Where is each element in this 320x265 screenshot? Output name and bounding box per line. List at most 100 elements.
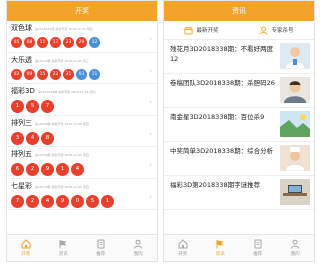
news-title: 中奖简单3D2018338期：综合分析: [170, 147, 274, 155]
nav-item[interactable]: 我的: [120, 235, 158, 261]
draw-info: 第18338期 最新开奖 2018-12-06 周四: [35, 121, 89, 126]
ball-row: 62914: [11, 163, 153, 176]
draw-info: 第2018338期 最新开奖 2018-12-06 周四: [37, 90, 96, 94]
chevron-right-icon: ›: [149, 192, 152, 201]
red-ball: 1: [101, 194, 114, 208]
draw-info: 第18143期 最新开奖 2018-12-06 周四: [35, 184, 89, 189]
list-item[interactable]: 双色球 第2018142期 最新开奖 2018-12-06 周四 05 08 11 17 2…: [7, 21, 157, 53]
red-ball: 9: [56, 194, 69, 208]
draw-results-screen: 开奖 双色球 第2018142期 最新开奖 2018-12-06 周四 05 08 11…: [6, 0, 158, 262]
list-item[interactable]: 排列三 第18338期 最新开奖 2018-12-06 周四 3 4 8 ›: [7, 116, 157, 147]
tab-label: 最新开奖: [196, 28, 219, 34]
nav-item[interactable]: 开奖: [164, 235, 202, 261]
blue-ball: 12: [89, 37, 100, 48]
page-title: 开奖: [7, 1, 157, 21]
news-thumbnail: [280, 179, 310, 205]
user-icon: [291, 239, 300, 249]
red-ball: 17: [50, 37, 61, 48]
tab-label: 专家杀号: [271, 28, 294, 34]
lottery-header: 福彩3D 第2018338期 最新开奖 2018-12-06 周四: [11, 86, 153, 97]
lottery-header: 双色球 第2018142期 最新开奖 2018-12-06 周四: [11, 23, 153, 34]
nav-label: 开奖: [178, 252, 188, 257]
nav-label: 推荐: [253, 252, 263, 257]
list-item[interactable]: 福彩3D 第2018338期 最新开奖 2018-12-06 周四 1 5 7 ›: [7, 84, 157, 116]
red-ball: 02: [11, 68, 22, 80]
news-thumbnail: [280, 111, 310, 137]
red-ball: 15: [37, 68, 48, 80]
red-ball: 8: [41, 131, 54, 145]
ball-row: 02 09 15 22 31 03 11: [11, 68, 153, 80]
ball-row: 7249051: [11, 194, 153, 208]
calendar-icon: [184, 26, 194, 35]
lottery-name: 福彩3D: [11, 87, 35, 95]
chevron-right-icon: ›: [149, 161, 152, 169]
red-ball: 3: [11, 131, 24, 145]
red-ball: 7: [11, 194, 24, 208]
red-ball: 5: [26, 100, 39, 113]
document-icon: [254, 239, 262, 249]
red-ball: 11: [37, 37, 48, 48]
red-ball: 4: [26, 131, 39, 145]
red-ball: 09: [24, 68, 35, 80]
list-item[interactable]: 大乐透 第18143期 最新开奖 2018-12-05 周三 02 09 15 22 31 0…: [7, 53, 157, 84]
list-item[interactable]: 排列五 第18338期 最新开奖 2018-12-06 周四 6 2 9 1 4 ›: [7, 147, 157, 179]
bottom-nav: 开奖 资讯 推荐 我的: [7, 234, 157, 261]
home-icon: [21, 239, 31, 249]
bottom-nav: 开奖 资讯 推荐 我的: [164, 234, 314, 261]
red-ball: 4: [41, 194, 54, 208]
lottery-list: 双色球 第2018142期 最新开奖 2018-12-06 周四 05 08 11 17 2…: [7, 21, 157, 210]
nav-item[interactable]: 推荐: [82, 235, 120, 261]
news-thumbnail: [280, 43, 310, 69]
red-ball: 1: [56, 163, 69, 176]
lottery-name: 排列三: [11, 118, 32, 127]
nav-label: 资讯: [215, 252, 225, 257]
lottery-name: 排列五: [11, 150, 32, 158]
chevron-right-icon: ›: [149, 98, 152, 106]
red-ball: 2: [26, 163, 39, 176]
red-ball: 9: [41, 163, 54, 176]
nav-label: 资讯: [58, 252, 68, 257]
lottery-header: 排列五 第18338期 最新开奖 2018-12-06 周四: [11, 149, 153, 160]
nav-label: 开奖: [21, 252, 31, 257]
red-ball: 29: [76, 37, 87, 48]
news-item[interactable]: 残花月3D2018338期：不看好两度12: [164, 40, 314, 74]
ball-row: 348: [11, 131, 153, 145]
lottery-header: 大乐透 第18143期 最新开奖 2018-12-05 周三: [11, 55, 153, 66]
red-ball: 1: [11, 100, 24, 113]
draw-info: 第18338期 最新开奖 2018-12-06 周四: [35, 153, 89, 157]
page-title: 资讯: [164, 1, 314, 21]
draw-info: 第18143期 最新开奖 2018-12-05 周三: [35, 58, 89, 63]
nav-label: 推荐: [96, 252, 106, 257]
nav-label: 我的: [133, 252, 143, 257]
nav-item[interactable]: 资讯: [45, 235, 83, 261]
news-list: 残花月3D2018338期：不看好两度12 卷稿团队3D2018338期：杀胆码2…: [164, 40, 314, 210]
news-title: 福彩3D第2018338期字谜推荐: [170, 181, 261, 189]
chevron-right-icon: ›: [149, 66, 152, 75]
lottery-header: 排列三 第18338期 最新开奖 2018-12-06 周四: [11, 118, 153, 129]
red-ball: 31: [63, 68, 74, 80]
flag-icon: [59, 240, 67, 249]
news-item[interactable]: 福彩3D第2018338期字谜推荐: [164, 176, 314, 210]
nav-item[interactable]: 推荐: [239, 235, 277, 261]
nav-item[interactable]: 开奖: [7, 235, 45, 261]
ball-row: 05 08 11 17 23 29 12: [11, 37, 153, 48]
list-item[interactable]: 七星彩 第18143期 最新开奖 2018-12-06 周四 7 2 4 9 0 5 1 ›: [7, 179, 157, 210]
news-item[interactable]: 中奖简单3D2018338期：综合分析: [164, 142, 314, 176]
red-ball: 6: [11, 163, 24, 176]
user-icon: [259, 26, 269, 35]
nav-item[interactable]: 资讯: [202, 235, 240, 261]
red-ball: 22: [50, 68, 61, 80]
red-ball: 05: [11, 37, 22, 48]
news-item[interactable]: 卷稿团队3D2018338期：杀胆码26: [164, 74, 314, 108]
blue-ball: 11: [89, 68, 100, 80]
news-item[interactable]: 南金星3D2018338期：百位杀9: [164, 108, 314, 142]
home-icon: [178, 239, 188, 249]
ball-row: 157: [11, 100, 153, 113]
nav-item[interactable]: 我的: [277, 235, 315, 261]
news-subtabs: 最新开奖 专家杀号: [164, 21, 314, 40]
document-icon: [97, 239, 105, 249]
tab-expert-picks[interactable]: 专家杀号: [239, 21, 314, 39]
news-screen: 资讯 最新开奖 专家杀号 残花月3D2018338期：不看好两度12 卷稿团队3D…: [163, 0, 315, 262]
tab-latest-draw[interactable]: 最新开奖: [164, 21, 239, 39]
red-ball: 7: [41, 100, 54, 113]
